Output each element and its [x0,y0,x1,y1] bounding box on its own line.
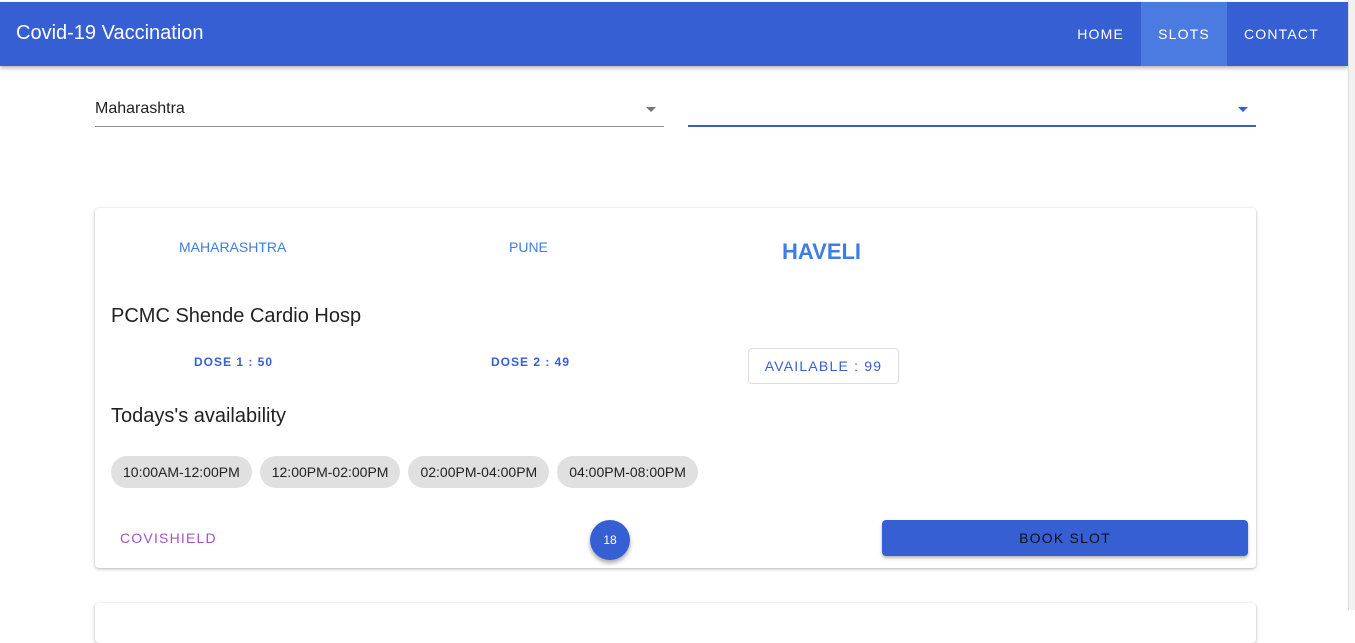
nav-contact[interactable]: CONTACT [1227,2,1336,66]
app-bar: Covid-19 Vaccination HOME SLOTS CONTACT [0,2,1348,66]
state-select-value: Maharashtra [95,100,185,117]
book-slot-button[interactable]: BOOK SLOT [882,520,1248,556]
slot-chips: 10:00AM-12:00PM 12:00PM-02:00PM 02:00PM-… [111,456,698,488]
state-select[interactable]: Maharashtra [95,90,664,127]
app-title: Covid-19 Vaccination [16,22,204,44]
slot-chip[interactable]: 12:00PM-02:00PM [259,456,401,488]
center-card [95,603,1256,643]
dose2-count: DOSE 2 : 49 [491,355,571,369]
available-count: AVAILABLE : 99 [748,348,899,384]
center-district: PUNE [509,239,548,255]
nav-links: HOME SLOTS CONTACT [1060,2,1336,66]
center-block: HAVELI [782,239,862,264]
district-select[interactable] [688,90,1256,127]
chevron-down-icon [1238,107,1248,112]
min-age-badge: 18 [590,520,630,560]
scrollbar[interactable] [1348,0,1355,610]
center-card: MAHARASHTRA PUNE HAVELI PCMC Shende Card… [95,208,1256,568]
nav-home[interactable]: HOME [1060,2,1141,66]
vaccine-name: COVISHIELD [120,530,217,546]
availability-heading: Todays's availability [111,405,287,427]
slot-chip[interactable]: 02:00PM-04:00PM [408,456,550,488]
nav-slots[interactable]: SLOTS [1141,2,1227,66]
slot-chip[interactable]: 04:00PM-08:00PM [557,456,698,488]
slot-chip[interactable]: 10:00AM-12:00PM [111,456,252,488]
chevron-down-icon [646,107,656,112]
center-name: PCMC Shende Cardio Hosp [111,305,362,327]
center-state: MAHARASHTRA [179,239,287,255]
dose1-count: DOSE 1 : 50 [194,355,274,369]
